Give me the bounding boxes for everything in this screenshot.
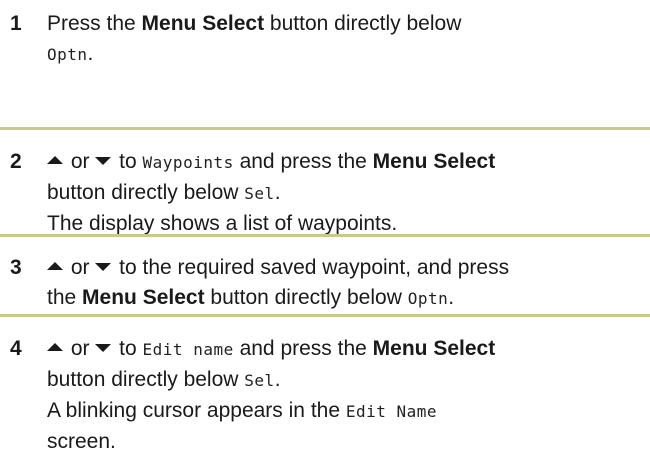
- up-arrow-icon: [47, 262, 63, 271]
- step-line: button directly below Sel.: [47, 365, 644, 396]
- step-line: or to Edit name and press the Menu Selec…: [47, 334, 644, 365]
- instruction-text: to: [113, 337, 143, 360]
- step-divider: [0, 127, 650, 130]
- display-text: Edit name: [142, 340, 234, 359]
- instruction-text: or: [65, 256, 96, 279]
- step-line: screen.: [47, 427, 644, 457]
- instruction-text: button directly below: [47, 181, 245, 204]
- step-3: 3 or to the required saved waypoint, and…: [0, 253, 650, 314]
- step-divider: [0, 314, 650, 317]
- step-line: the Menu Select button directly below Op…: [47, 283, 644, 314]
- instruction-text: .: [274, 181, 281, 204]
- display-text: Optn: [47, 45, 88, 64]
- button-name: Menu Select: [372, 150, 496, 173]
- step-number: 4: [10, 337, 22, 360]
- button-name: Menu Select: [141, 12, 265, 35]
- step-line: A blinking cursor appears in the Edit Na…: [47, 396, 644, 427]
- instruction-text: button directly below: [204, 286, 408, 309]
- instruction-text: .: [87, 42, 94, 65]
- step-number: 1: [10, 12, 22, 35]
- instruction-text: the: [47, 286, 83, 309]
- down-arrow-icon: [95, 344, 112, 353]
- step-number: 2: [10, 150, 22, 173]
- instruction-text: button directly below: [264, 12, 462, 35]
- down-arrow-icon: [95, 263, 112, 272]
- instruction-text: Press the: [47, 12, 142, 35]
- display-text: Sel: [244, 371, 275, 390]
- step-divider: [0, 234, 650, 237]
- step-line: Press the Menu Select button directly be…: [47, 9, 644, 39]
- instruction-text: or: [65, 150, 96, 173]
- up-arrow-icon: [47, 156, 63, 165]
- instruction-text: The display shows a list of waypoints.: [47, 212, 398, 235]
- display-text: Edit Name: [345, 402, 438, 421]
- instruction-text: or: [65, 337, 96, 360]
- step-2: 2 or to Waypoints and press the Menu Sel…: [0, 147, 650, 239]
- step-line: Optn.: [47, 39, 644, 70]
- down-arrow-icon: [95, 157, 112, 166]
- step-1: 1 Press the Menu Select button directly b…: [0, 9, 650, 70]
- instruction-text: .: [448, 286, 455, 309]
- step-number: 3: [10, 256, 22, 279]
- instruction-text: A blinking cursor appears in the: [47, 399, 346, 422]
- display-text: Waypoints: [142, 153, 234, 172]
- instruction-text: and press the: [233, 337, 373, 360]
- button-name: Menu Select: [82, 286, 205, 309]
- instruction-text: .: [274, 368, 281, 391]
- up-arrow-icon: [47, 343, 63, 352]
- step-4: 4 or to Edit name and press the Menu Sel…: [0, 334, 650, 457]
- instruction-text: button directly below: [47, 368, 245, 391]
- display-text: Sel: [244, 184, 275, 203]
- step-line: button directly below Sel.: [47, 178, 644, 209]
- instruction-text: to the required saved waypoint, and pres…: [113, 256, 510, 279]
- step-line: or to the required saved waypoint, and p…: [47, 253, 644, 283]
- instruction-text: and press the: [233, 150, 373, 173]
- instruction-text: screen.: [47, 430, 116, 453]
- instruction-text: to: [113, 150, 143, 173]
- button-name: Menu Select: [372, 337, 496, 360]
- step-line: or to Waypoints and press the Menu Selec…: [47, 147, 644, 178]
- display-text: Optn: [407, 289, 449, 308]
